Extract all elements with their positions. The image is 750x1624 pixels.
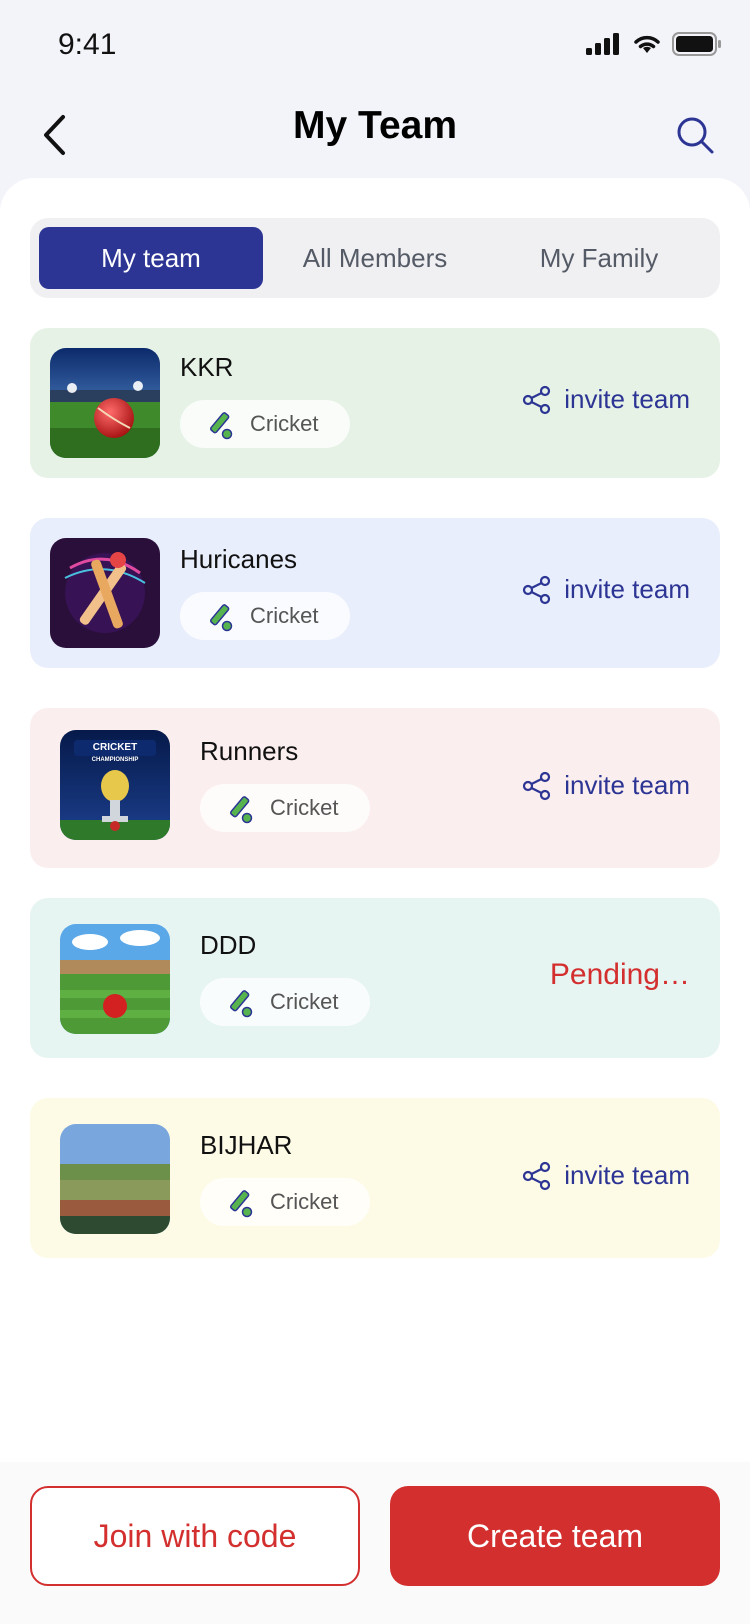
cricket-bat-icon (209, 604, 233, 632)
cricket-bat-icon (209, 412, 233, 440)
invite-team-button[interactable]: invite team (522, 1160, 690, 1191)
sport-label: Cricket (270, 989, 339, 1014)
invite-team-label: invite team (564, 1160, 690, 1190)
sport-label: Cricket (250, 411, 319, 436)
team-card-kkr[interactable]: KKR Cricket invite team (30, 328, 720, 478)
sport-chip: Cricket (200, 1178, 371, 1226)
page-title: My Team (293, 104, 457, 147)
cricket-bat-icon (229, 796, 253, 824)
share-icon (523, 1161, 551, 1190)
team-image (50, 538, 160, 648)
share-icon (523, 385, 551, 414)
share-icon (523, 771, 551, 800)
sport-label: Cricket (270, 795, 339, 820)
team-image (60, 1124, 170, 1234)
team-card-huricanes[interactable]: Huricanes Cricket invite team (30, 518, 720, 668)
join-with-code-button[interactable]: Join with code (30, 1486, 360, 1586)
status-bar: 9:41 (0, 0, 750, 90)
search-icon (677, 117, 714, 154)
team-card-runners[interactable]: CRICKET CHAMPIONSHIP Runners Cricket invi… (30, 708, 720, 868)
tab-my-family[interactable]: My Family (487, 227, 711, 289)
tab-my-team[interactable]: My team (39, 227, 263, 289)
sport-chip: Cricket (180, 400, 351, 448)
status-time: 9:41 (58, 28, 117, 61)
cricket-bat-icon (229, 990, 253, 1018)
team-name: BIJHAR (200, 1130, 293, 1160)
team-name: Huricanes (180, 544, 298, 574)
invite-team-label: invite team (564, 574, 690, 604)
invite-team-button[interactable]: invite team (522, 384, 690, 415)
cricket-bat-icon (229, 1190, 253, 1218)
invite-team-button[interactable]: invite team (522, 574, 690, 605)
invite-team-label: invite team (564, 384, 690, 414)
sport-chip: Cricket (180, 592, 351, 640)
team-name: Runners (200, 736, 299, 766)
pending-status: Pending… (549, 958, 690, 991)
team-name: KKR (180, 352, 234, 382)
share-icon (523, 575, 551, 604)
image-caption-text: CRICKET CHAMPIONSHIP (91, 742, 139, 763)
main-content: My team All Members My Family KKR Cricke… (0, 178, 750, 1624)
team-card-ddd[interactable]: DDD Cricket Pending… (30, 898, 720, 1058)
invite-team-button[interactable]: invite team (522, 770, 690, 801)
sport-label: Cricket (250, 603, 319, 628)
search-button[interactable] (670, 110, 720, 160)
sport-label: Cricket (270, 1189, 339, 1214)
team-name: DDD (200, 930, 257, 960)
signal-icon (586, 33, 619, 55)
sport-chip: Cricket (200, 784, 371, 832)
team-image (50, 348, 160, 458)
status-icons (586, 32, 722, 56)
battery-icon (672, 32, 721, 56)
bottom-action-bar: Join with code Create team (0, 1462, 750, 1624)
team-image (60, 924, 170, 1034)
create-team-button[interactable]: Create team (390, 1486, 720, 1586)
segmented-tabs: My team All Members My Family (30, 218, 720, 298)
team-card-bijhar[interactable]: BIJHAR Cricket invite team (30, 1098, 720, 1258)
wifi-icon (634, 35, 660, 53)
navigation-header: My Team (0, 90, 750, 180)
team-image: CRICKET CHAMPIONSHIP (60, 730, 170, 840)
invite-team-label: invite team (564, 770, 690, 800)
sport-chip: Cricket (200, 978, 371, 1026)
tab-all-members[interactable]: All Members (263, 227, 487, 289)
